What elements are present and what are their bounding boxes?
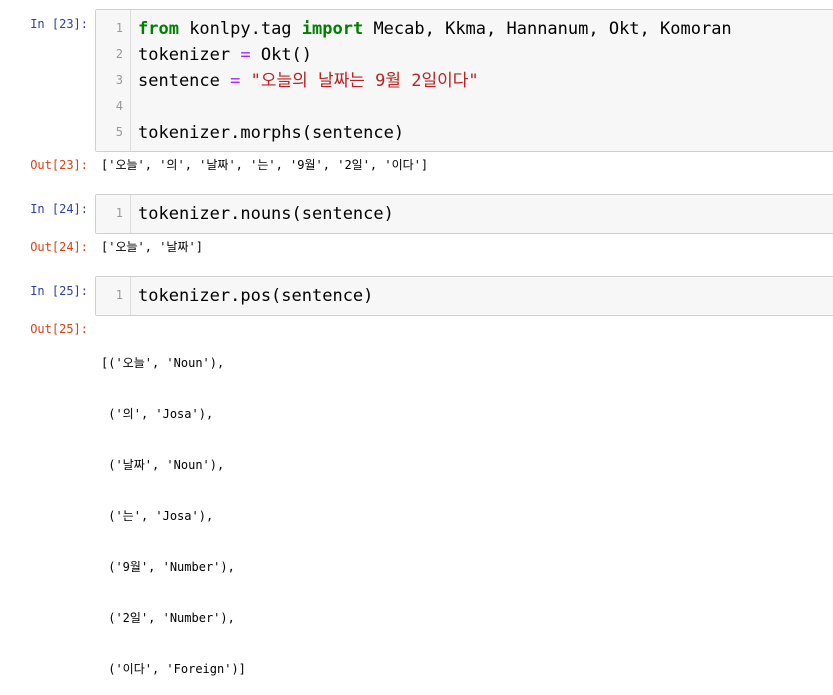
input-prompt: In [25]: bbox=[30, 284, 88, 298]
line-number: 4 bbox=[115, 99, 123, 113]
code-token: Mecab, Kkma, Hannanum, Okt, Komoran bbox=[363, 19, 732, 39]
output-line: ('이다', 'Foreign')] bbox=[101, 662, 246, 676]
code-line: tokenizer.pos(sentence) bbox=[138, 286, 374, 306]
code-token: sentence bbox=[138, 71, 231, 91]
string-token: "오늘의 날짜는 9월 2일이다" bbox=[240, 71, 479, 91]
input-prompt: In [23]: bbox=[30, 17, 88, 31]
line-number: 5 bbox=[115, 125, 123, 139]
line-number: 1 bbox=[115, 206, 123, 220]
code-line: sentence = "오늘의 날짜는 9월 2일이다" bbox=[138, 68, 479, 94]
line-number: 3 bbox=[115, 73, 123, 87]
line-number-gutter: 1 bbox=[96, 277, 131, 315]
code-line: from konlpy.tag import Mecab, Kkma, Hann… bbox=[138, 16, 732, 42]
output-line: ('2일', 'Number'), bbox=[101, 611, 235, 625]
code-cell-editor[interactable]: 1 tokenizer.nouns(sentence) bbox=[95, 194, 833, 234]
output-line: ('9월', 'Number'), bbox=[101, 560, 235, 574]
output-prompt: Out[23]: bbox=[30, 158, 88, 172]
line-number-gutter: 1 bbox=[96, 195, 131, 233]
line-number: 2 bbox=[115, 47, 123, 61]
cell-output: ['오늘', '의', '날짜', '는', '9월', '2일', '이다'] bbox=[101, 158, 429, 172]
line-number: 1 bbox=[115, 21, 123, 35]
output-line: ('날짜', 'Noun'), bbox=[101, 458, 225, 472]
line-number-gutter: 1 2 3 4 5 bbox=[96, 10, 131, 151]
code-cell-editor[interactable]: 1 tokenizer.pos(sentence) bbox=[95, 276, 833, 316]
output-line: [('오늘', 'Noun'), bbox=[101, 356, 225, 370]
code-line: tokenizer.morphs(sentence) bbox=[138, 123, 405, 143]
code-token: tokenizer bbox=[138, 45, 241, 65]
output-line: ('는', 'Josa'), bbox=[101, 509, 214, 523]
code-cell-editor[interactable]: 1 2 3 4 5 from konlpy.tag import Mecab, … bbox=[95, 9, 833, 152]
output-prompt: Out[24]: bbox=[30, 240, 88, 254]
code-token: Okt() bbox=[250, 45, 313, 65]
operator-token: = bbox=[230, 71, 241, 91]
cell-output: ['오늘', '날짜'] bbox=[101, 240, 203, 254]
cell-output: [('오늘', 'Noun'), ('의', 'Josa'), ('날짜', '… bbox=[101, 321, 246, 695]
output-prompt: Out[25]: bbox=[30, 322, 88, 336]
code-line: tokenizer.nouns(sentence) bbox=[138, 204, 394, 224]
input-prompt: In [24]: bbox=[30, 202, 88, 216]
keyword-token: from bbox=[138, 19, 179, 39]
code-line: tokenizer = Okt() bbox=[138, 42, 312, 68]
code-token: konlpy.tag bbox=[178, 19, 302, 39]
operator-token: = bbox=[240, 45, 251, 65]
line-number: 1 bbox=[115, 288, 123, 302]
output-line: ('의', 'Josa'), bbox=[101, 407, 214, 421]
keyword-token: import bbox=[301, 19, 364, 39]
